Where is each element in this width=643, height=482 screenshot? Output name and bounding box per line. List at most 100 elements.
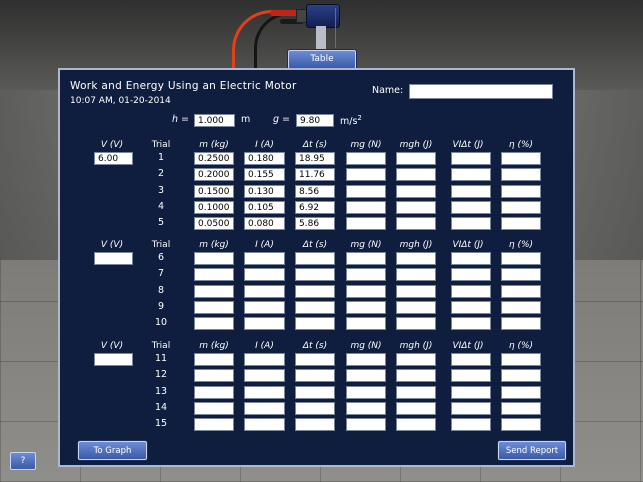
- cell-dt[interactable]: [295, 385, 335, 399]
- cell-dt[interactable]: 6.92: [295, 200, 335, 214]
- cell-mg[interactable]: [346, 401, 386, 415]
- cell-vidt[interactable]: [451, 418, 491, 432]
- cell-mgh[interactable]: [396, 152, 436, 165]
- cell-vidt[interactable]: [451, 200, 491, 214]
- cell-vidt[interactable]: [451, 284, 491, 298]
- cell-dt[interactable]: [295, 353, 335, 366]
- cell-eta[interactable]: [501, 300, 541, 314]
- cell-i[interactable]: [244, 385, 285, 399]
- cell-eta[interactable]: [501, 385, 541, 399]
- h-input[interactable]: 1.000: [194, 114, 235, 127]
- cell-vidt[interactable]: [451, 268, 491, 282]
- cell-eta[interactable]: [501, 252, 541, 265]
- cell-mgh[interactable]: [396, 317, 436, 331]
- cell-eta[interactable]: [501, 369, 541, 383]
- cell-i[interactable]: 0.105: [244, 200, 285, 214]
- cell-vidt[interactable]: [451, 317, 491, 331]
- cell-eta[interactable]: [501, 152, 541, 165]
- send-report-button[interactable]: Send Report: [498, 441, 566, 460]
- cell-mg[interactable]: [346, 217, 386, 231]
- cell-vidt[interactable]: [451, 184, 491, 198]
- to-graph-button[interactable]: To Graph: [78, 441, 147, 460]
- voltage-input[interactable]: [94, 252, 133, 265]
- cell-i[interactable]: [244, 418, 285, 432]
- cell-i[interactable]: [244, 284, 285, 298]
- cell-i[interactable]: [244, 252, 285, 265]
- cell-m[interactable]: [194, 401, 234, 415]
- cell-mgh[interactable]: [396, 401, 436, 415]
- cell-m[interactable]: [194, 369, 234, 383]
- cell-vidt[interactable]: [451, 217, 491, 231]
- cell-i[interactable]: [244, 401, 285, 415]
- cell-i[interactable]: 0.080: [244, 217, 285, 231]
- cell-i[interactable]: [244, 369, 285, 383]
- cell-mgh[interactable]: [396, 284, 436, 298]
- cell-dt[interactable]: [295, 284, 335, 298]
- cell-eta[interactable]: [501, 284, 541, 298]
- cell-vidt[interactable]: [451, 152, 491, 165]
- cell-mg[interactable]: [346, 385, 386, 399]
- cell-mgh[interactable]: [396, 217, 436, 231]
- cell-mgh[interactable]: [396, 200, 436, 214]
- voltage-input[interactable]: 6.00: [94, 152, 133, 165]
- cell-dt[interactable]: [295, 418, 335, 432]
- cell-dt[interactable]: 5.86: [295, 217, 335, 231]
- cell-m[interactable]: 0.2000: [194, 168, 234, 182]
- cell-m[interactable]: [194, 300, 234, 314]
- cell-i[interactable]: [244, 317, 285, 331]
- cell-mg[interactable]: [346, 252, 386, 265]
- cell-mg[interactable]: [346, 284, 386, 298]
- cell-i[interactable]: [244, 268, 285, 282]
- cell-m[interactable]: [194, 317, 234, 331]
- cell-mg[interactable]: [346, 300, 386, 314]
- cell-mgh[interactable]: [396, 268, 436, 282]
- cell-mg[interactable]: [346, 184, 386, 198]
- g-input[interactable]: 9.80: [296, 114, 334, 127]
- cell-vidt[interactable]: [451, 168, 491, 182]
- cell-m[interactable]: [194, 418, 234, 432]
- help-button[interactable]: ?: [10, 452, 36, 470]
- cell-vidt[interactable]: [451, 369, 491, 383]
- cell-dt[interactable]: [295, 252, 335, 265]
- cell-mgh[interactable]: [396, 300, 436, 314]
- cell-i[interactable]: 0.155: [244, 168, 285, 182]
- cell-mgh[interactable]: [396, 168, 436, 182]
- cell-vidt[interactable]: [451, 353, 491, 366]
- cell-mg[interactable]: [346, 418, 386, 432]
- cell-eta[interactable]: [501, 200, 541, 214]
- cell-vidt[interactable]: [451, 300, 491, 314]
- cell-mg[interactable]: [346, 317, 386, 331]
- cell-mg[interactable]: [346, 268, 386, 282]
- cell-eta[interactable]: [501, 217, 541, 231]
- name-input[interactable]: [409, 84, 553, 99]
- cell-i[interactable]: [244, 300, 285, 314]
- cell-i[interactable]: [244, 353, 285, 366]
- cell-vidt[interactable]: [451, 401, 491, 415]
- cell-i[interactable]: 0.130: [244, 184, 285, 198]
- cell-dt[interactable]: 8.56: [295, 184, 335, 198]
- cell-m[interactable]: [194, 385, 234, 399]
- cell-m[interactable]: [194, 353, 234, 366]
- cell-mgh[interactable]: [396, 385, 436, 399]
- cell-m[interactable]: 0.0500: [194, 217, 234, 231]
- voltage-input[interactable]: [94, 353, 133, 366]
- cell-mg[interactable]: [346, 168, 386, 182]
- cell-mgh[interactable]: [396, 252, 436, 265]
- cell-mgh[interactable]: [396, 184, 436, 198]
- cell-mg[interactable]: [346, 353, 386, 366]
- cell-m[interactable]: 0.2500: [194, 152, 234, 165]
- cell-dt[interactable]: [295, 300, 335, 314]
- cell-dt[interactable]: 18.95: [295, 152, 335, 165]
- cell-m[interactable]: [194, 252, 234, 265]
- cell-dt[interactable]: [295, 369, 335, 383]
- cell-mg[interactable]: [346, 200, 386, 214]
- cell-eta[interactable]: [501, 184, 541, 198]
- cell-mg[interactable]: [346, 369, 386, 383]
- cell-mgh[interactable]: [396, 353, 436, 366]
- cell-dt[interactable]: [295, 317, 335, 331]
- cell-i[interactable]: 0.180: [244, 152, 285, 165]
- cell-mgh[interactable]: [396, 418, 436, 432]
- cell-eta[interactable]: [501, 353, 541, 366]
- cell-eta[interactable]: [501, 268, 541, 282]
- cell-mgh[interactable]: [396, 369, 436, 383]
